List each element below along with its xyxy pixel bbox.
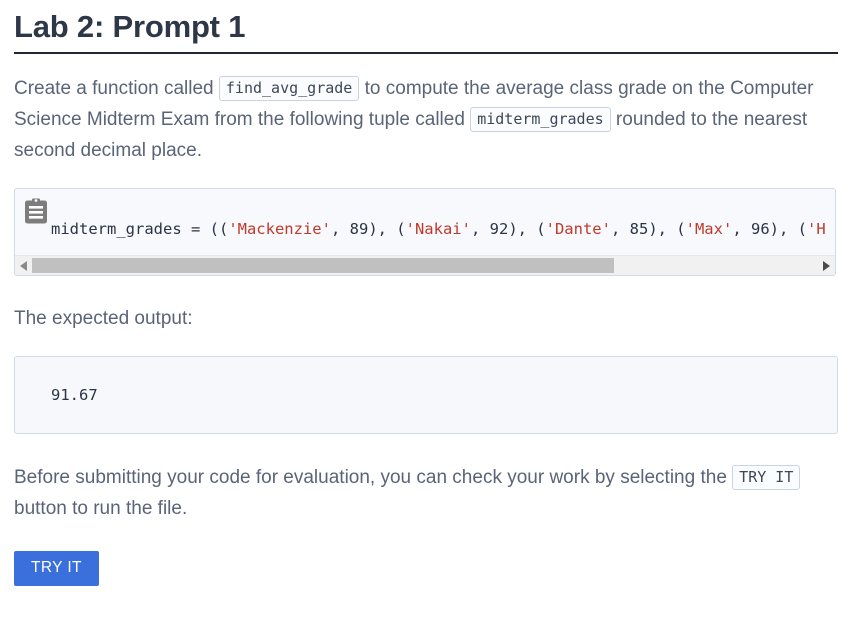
inline-code-try-it: TRY IT (732, 465, 801, 490)
try-it-button[interactable]: TRY IT (14, 551, 99, 586)
expected-output-value: 91.67 (51, 386, 98, 404)
arrow-right-icon (823, 260, 830, 271)
code-horizontal-scrollbar[interactable] (15, 255, 835, 275)
code-line: midterm_grades = (('Mackenzie', 89), ('N… (51, 220, 826, 238)
footer-text-part2: button to run the file. (14, 498, 188, 519)
expected-output-label: The expected output: (14, 308, 193, 329)
scrollbar-track[interactable] (32, 256, 818, 275)
clipboard-icon[interactable] (24, 198, 48, 225)
footer-text-part1: Before submitting your code for evaluati… (14, 467, 733, 488)
scroll-left-button[interactable] (15, 256, 32, 275)
footer-paragraph: Before submitting your code for evaluati… (14, 434, 838, 524)
inline-code-midterm-grades: midterm_grades (470, 107, 611, 132)
lab-prompt-page: Lab 2: Prompt 1 Create a function called… (0, 0, 852, 631)
expected-output-box: 91.67 (14, 356, 838, 434)
code-block: midterm_grades = (('Mackenzie', 89), ('N… (14, 188, 836, 276)
arrow-left-icon (20, 260, 27, 271)
page-title: Lab 2: Prompt 1 (14, 9, 246, 44)
scrollbar-thumb[interactable] (32, 258, 614, 273)
code-scroll-viewport[interactable]: midterm_grades = (('Mackenzie', 89), ('N… (15, 189, 835, 255)
intro-paragraph: Create a function called find_avg_grade … (14, 54, 838, 166)
scroll-right-button[interactable] (818, 256, 835, 275)
inline-code-find-avg-grade: find_avg_grade (218, 76, 360, 101)
intro-text-part1: Create a function called (14, 78, 219, 99)
